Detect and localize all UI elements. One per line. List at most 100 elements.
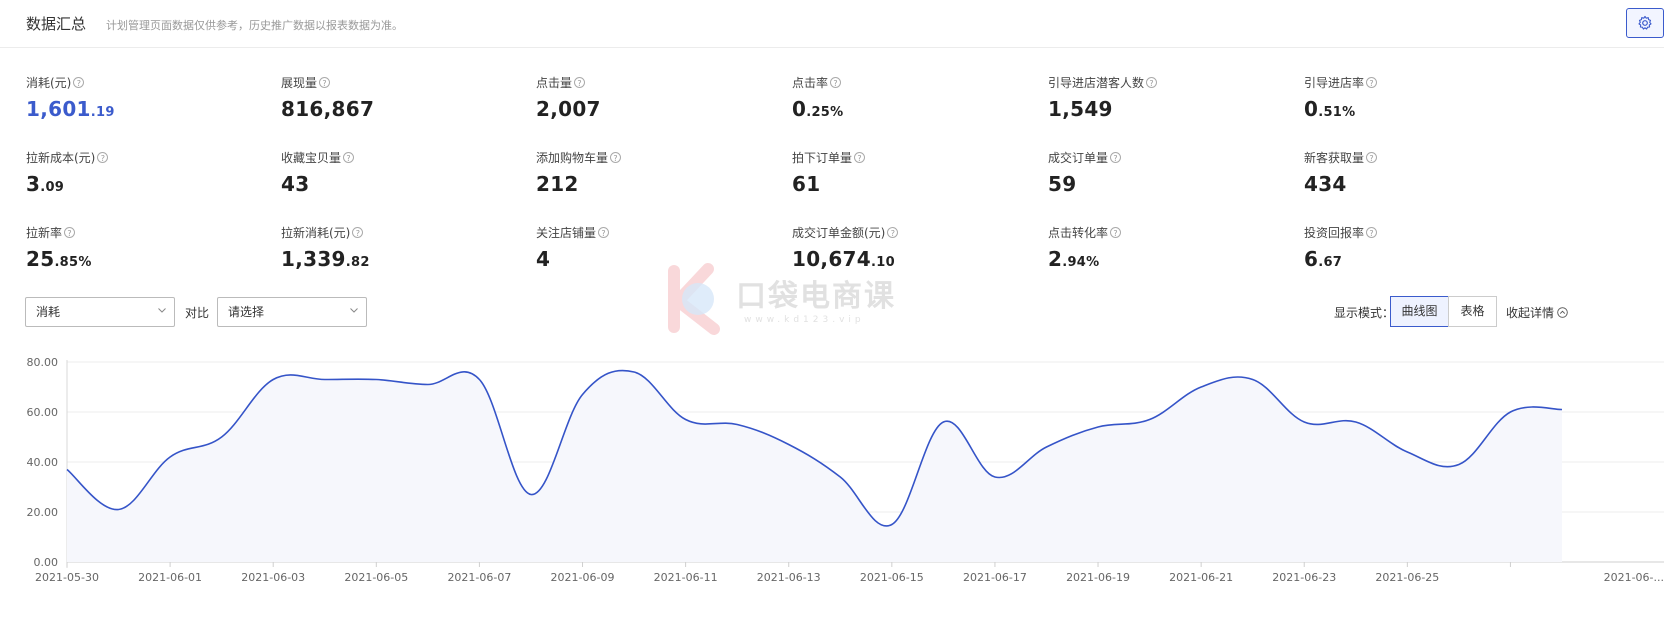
collapse-details-toggle[interactable]: 收起详情 [1506,304,1568,321]
help-icon[interactable]: ? [73,77,85,88]
x-tick-label: 2021-06-... [1604,571,1664,584]
metric-value: 0.51% [1304,97,1554,121]
metric-card: 点击转化率? 2.94% [1048,224,1298,271]
metric-value: 2,007 [536,97,786,121]
metric-value-integer: 1,339 [281,247,346,271]
metric-label-text: 添加购物车量 [536,151,609,165]
metric-value-decimal: .82 [345,255,370,270]
metric-value-integer: 1,601 [26,97,91,121]
x-tick-label: 2021-06-21 [1169,571,1233,584]
metric-card: 展现量? 816,867 [281,74,531,121]
metric-label-text: 成交订单金额(元) [792,226,886,240]
metric-label-text: 投资回报率 [1304,226,1365,240]
metric-label-text: 展现量 [281,76,318,90]
series-area [67,370,1562,562]
metric-label: 收藏宝贝量? [281,149,531,166]
compare-select[interactable]: 请选择 [217,297,367,327]
metric-value: 212 [536,172,786,196]
x-tick-label: 2021-06-01 [138,571,202,584]
mode-curve-button[interactable]: 曲线图 [1390,296,1449,327]
help-icon[interactable]: ? [1146,77,1158,88]
metric-label: 拉新消耗(元)? [281,224,531,241]
metric-value-decimal: .09 [40,180,65,195]
metric-label: 点击转化率? [1048,224,1298,241]
metric-card: 拉新消耗(元)? 1,339.82 [281,224,531,271]
chevron-down-icon [350,308,358,313]
help-icon[interactable]: ? [1366,152,1378,163]
metric-label-text: 点击转化率 [1048,226,1109,240]
help-icon[interactable]: ? [1366,77,1378,88]
metric-label: 点击量? [536,74,786,91]
help-icon[interactable]: ? [598,227,610,238]
x-tick-label: 2021-06-05 [344,571,408,584]
help-icon[interactable]: ? [319,77,331,88]
help-icon[interactable]: ? [887,227,899,238]
metric-label: 成交订单金额(元)? [792,224,1042,241]
chevron-up-circle-icon [1557,307,1568,318]
metric-card: 拉新成本(元)? 3.09 [26,149,276,196]
help-icon[interactable]: ? [1110,152,1122,163]
help-icon[interactable]: ? [610,152,622,163]
metric-label: 引导进店率? [1304,74,1554,91]
settings-button[interactable] [1626,8,1664,38]
watermark-url: www.kd123.vip [744,315,865,325]
metric-value-integer: 434 [1304,172,1347,196]
y-tick-label: 20.00 [27,506,59,519]
metric-label-text: 引导进店潜客人数 [1048,76,1145,90]
x-tick-label: 2021-06-11 [654,571,718,584]
help-icon[interactable]: ? [1110,227,1122,238]
metric-label: 消耗(元)? [26,74,276,91]
metric-label: 点击率? [792,74,1042,91]
metric-value: 61 [792,172,1042,196]
metric-label: 投资回报率? [1304,224,1554,241]
help-icon[interactable]: ? [343,152,355,163]
metric-value-integer: 59 [1048,172,1077,196]
metric-label-text: 拍下订单量 [792,151,853,165]
metric-card: 收藏宝贝量? 43 [281,149,531,196]
y-tick-label: 0.00 [34,556,59,569]
help-icon[interactable]: ? [352,227,364,238]
metric-value-integer: 3 [26,172,41,196]
metric-value-integer: 212 [536,172,579,196]
watermark-text: 口袋电商课 [736,279,896,314]
metric-value-decimal: .67 [1318,255,1343,270]
help-icon[interactable]: ? [830,77,842,88]
metric-label: 展现量? [281,74,531,91]
metric-label-text: 关注店铺量 [536,226,597,240]
metric-card: 新客获取量? 434 [1304,149,1554,196]
help-icon[interactable]: ? [854,152,866,163]
y-tick-label: 80.00 [27,356,59,369]
metric-label-text: 消耗(元) [26,76,72,90]
y-tick-label: 40.00 [27,456,59,469]
mode-table-button[interactable]: 表格 [1448,296,1497,327]
watermark: 口袋电商课 www.kd123.vip [664,263,904,338]
x-tick-label: 2021-06-03 [241,571,305,584]
metric-value-decimal: .85% [54,255,92,270]
metric-select[interactable]: 消耗 [25,297,175,327]
metric-value-decimal: .25% [806,105,844,120]
metric-label-text: 成交订单量 [1048,151,1109,165]
metric-value-decimal: .19 [90,105,115,120]
metric-value: 1,339.82 [281,247,531,271]
help-icon[interactable]: ? [97,152,109,163]
chevron-down-icon [158,308,166,313]
x-tick-label: 2021-06-09 [551,571,615,584]
metric-label-text: 新客获取量 [1304,151,1365,165]
metric-card: 添加购物车量? 212 [536,149,786,196]
metric-value: 816,867 [281,97,531,121]
x-tick-label: 2021-05-30 [35,571,99,584]
metric-value: 434 [1304,172,1554,196]
metric-value-integer: 816,867 [281,97,375,121]
help-icon[interactable]: ? [1366,227,1378,238]
metric-value: 59 [1048,172,1298,196]
metric-value-integer: 6 [1304,247,1319,271]
metric-label: 新客获取量? [1304,149,1554,166]
help-icon[interactable]: ? [64,227,76,238]
metric-label: 拉新率? [26,224,276,241]
metric-label-text: 引导进店率 [1304,76,1365,90]
metric-label-text: 点击率 [792,76,829,90]
metric-label-text: 拉新率 [26,226,63,240]
help-icon[interactable]: ? [574,77,586,88]
metric-label: 拉新成本(元)? [26,149,276,166]
metric-label: 关注店铺量? [536,224,786,241]
